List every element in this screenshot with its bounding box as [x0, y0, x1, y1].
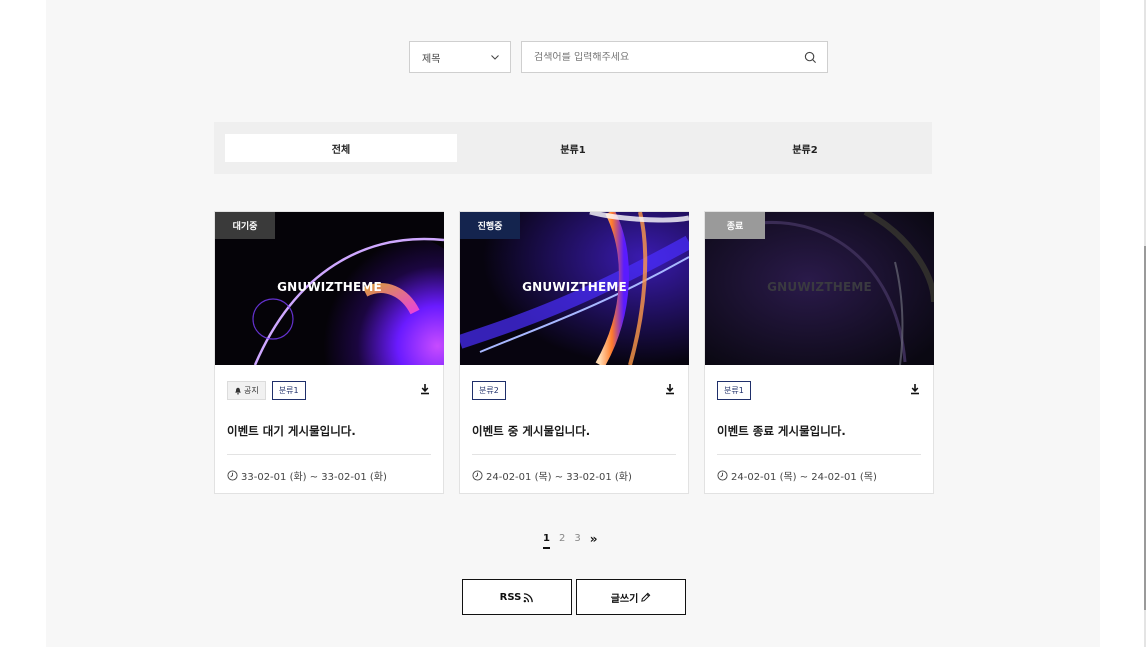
event-period: 24-02-01 (목) ~ 24-02-01 (목) — [717, 468, 921, 483]
thumbnail-watermark-text: GNUWIZTHEME — [522, 280, 627, 294]
divider — [717, 454, 921, 455]
category-tabs: 전체 분류1 분류2 — [214, 122, 932, 174]
category-badge[interactable]: 분류2 — [472, 381, 506, 400]
card-meta: 분류1 — [717, 381, 921, 400]
clock-icon — [472, 470, 483, 481]
event-period: 33-02-01 (화) ~ 33-02-01 (화) — [227, 468, 431, 483]
category-badge[interactable]: 분류1 — [271, 381, 306, 400]
bell-icon — [235, 387, 241, 395]
chevron-down-icon — [491, 55, 499, 60]
event-thumbnail[interactable]: GNUWIZTHEME 진행중 — [460, 212, 689, 365]
status-badge: 대기중 — [215, 212, 275, 239]
rss-button[interactable]: RSS — [462, 579, 572, 615]
write-button[interactable]: 글쓰기 — [576, 579, 686, 615]
event-title[interactable]: 이벤트 대기 게시물입니다. — [227, 423, 431, 439]
pagination: 1 2 3 » — [543, 532, 597, 549]
notice-badge: 공지 — [227, 381, 266, 400]
rss-button-label: RSS — [499, 591, 522, 603]
event-period-text: 24-02-01 (목) ~ 24-02-01 (목) — [731, 472, 877, 483]
event-card[interactable]: GNUWIZTHEME 진행중 분류2 이벤트 중 게시물입니다. 24-02-… — [459, 211, 689, 494]
event-period: 24-02-01 (목) ~ 33-02-01 (화) — [472, 468, 676, 483]
board-page: 제목 전체 분류1 분류2 — [46, 0, 1100, 647]
divider — [472, 454, 676, 455]
search-input[interactable] — [534, 51, 784, 63]
thumbnail-watermark-text: GNUWIZTHEME — [277, 280, 382, 294]
status-badge: 종료 — [705, 212, 765, 239]
tab-category-2[interactable]: 분류2 — [689, 134, 921, 162]
page-link-current[interactable]: 1 — [543, 533, 550, 549]
pencil-icon — [641, 592, 651, 602]
status-badge: 진행중 — [460, 212, 520, 239]
event-card[interactable]: GNUWIZTHEME 종료 분류1 이벤트 종료 게시물입니다. 24-02-… — [704, 211, 934, 494]
search-input-box — [521, 41, 828, 73]
card-meta: 분류2 — [472, 381, 676, 400]
page-link[interactable]: 2 — [559, 533, 565, 549]
board-actions: RSS 글쓰기 — [462, 579, 686, 615]
tab-all[interactable]: 전체 — [225, 134, 457, 162]
notice-label: 공지 — [244, 386, 259, 395]
category-badge[interactable]: 분류1 — [717, 381, 751, 400]
card-meta: 공지 분류1 — [227, 381, 431, 400]
clock-icon — [717, 470, 728, 481]
event-card-list: GNUWIZTHEME 대기중 공지 분류1 이벤트 대기 게시물입니다. 33… — [214, 211, 934, 494]
event-thumbnail[interactable]: GNUWIZTHEME 대기중 — [215, 212, 444, 365]
event-card[interactable]: GNUWIZTHEME 대기중 공지 분류1 이벤트 대기 게시물입니다. 33… — [214, 211, 444, 494]
event-title[interactable]: 이벤트 종료 게시물입니다. — [717, 423, 921, 439]
page-link[interactable]: 3 — [574, 533, 580, 549]
tab-category-1[interactable]: 분류1 — [457, 134, 689, 162]
event-title[interactable]: 이벤트 중 게시물입니다. — [472, 423, 676, 439]
thumbnail-watermark-text: GNUWIZTHEME — [767, 280, 872, 294]
rss-icon — [523, 592, 534, 602]
next-page-icon[interactable]: » — [590, 532, 598, 549]
clock-icon — [227, 470, 238, 481]
event-period-text: 33-02-01 (화) ~ 33-02-01 (화) — [241, 472, 387, 483]
search-field-select[interactable]: 제목 — [409, 41, 511, 73]
download-icon[interactable] — [909, 383, 921, 395]
divider — [227, 454, 431, 455]
event-period-text: 24-02-01 (목) ~ 33-02-01 (화) — [486, 472, 632, 483]
search-field-value: 제목 — [422, 53, 441, 65]
search-icon[interactable] — [804, 51, 817, 64]
download-icon[interactable] — [664, 383, 676, 395]
search-bar: 제목 — [409, 41, 828, 73]
write-button-label: 글쓰기 — [610, 593, 639, 605]
download-icon[interactable] — [419, 383, 431, 395]
event-thumbnail[interactable]: GNUWIZTHEME 종료 — [705, 212, 934, 365]
